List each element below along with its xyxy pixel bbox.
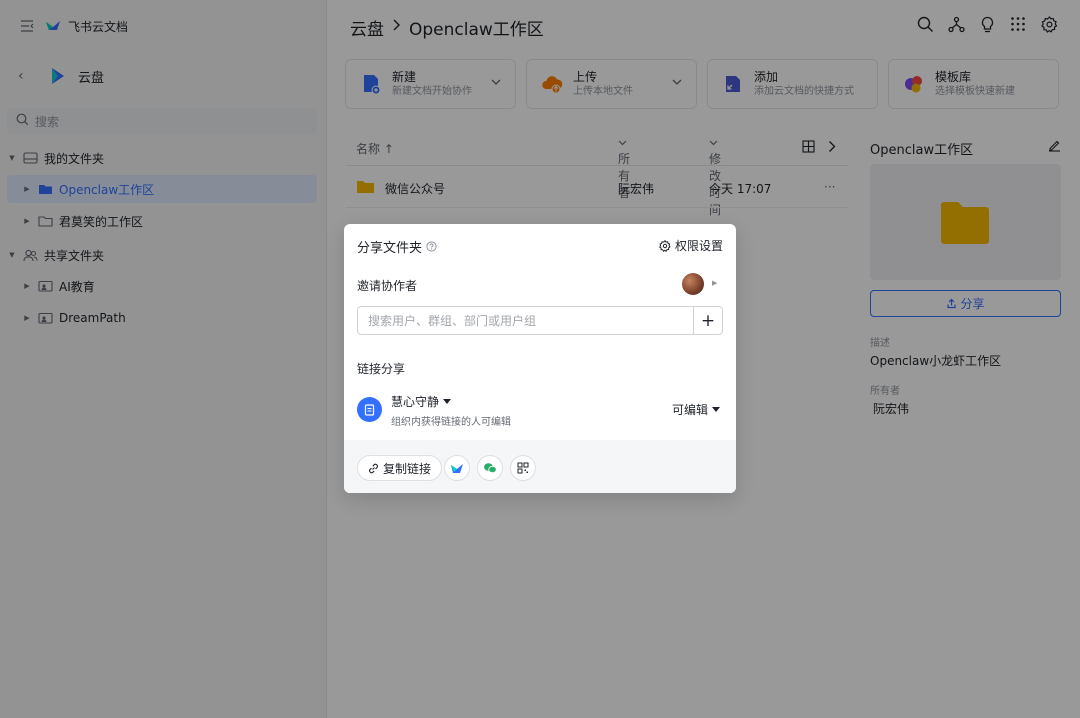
help-icon[interactable]	[426, 241, 437, 252]
share-to-wechat-button[interactable]	[477, 455, 503, 481]
add-collaborator-button[interactable]: +	[693, 307, 722, 334]
caret-down-icon	[712, 407, 720, 412]
link-icon	[369, 463, 378, 473]
dialog-footer: 复制链接	[344, 440, 736, 493]
qrcode-button[interactable]	[510, 455, 536, 481]
caret-right-icon[interactable]: ▶	[712, 279, 717, 287]
invite-search-input[interactable]: 搜索用户、群组、部门或用户组 +	[357, 306, 723, 335]
invite-label: 邀请协作者	[357, 279, 418, 293]
copy-link-button[interactable]: 复制链接	[357, 455, 443, 481]
app-window: 飞书云文档 ‹ 云盘 搜索 ▼ 我的文件夹 ▶ Openclaw工作区 ▶ 君莫…	[0, 0, 1080, 718]
link-scope-icon	[357, 397, 382, 422]
link-permission-dropdown[interactable]: 可编辑	[672, 401, 720, 418]
link-scope-dropdown[interactable]: 慧心守静	[391, 393, 452, 410]
invite-placeholder: 搜索用户、群组、部门或用户组	[368, 314, 537, 328]
avatar[interactable]	[682, 273, 704, 295]
dialog-title: 分享文件夹	[357, 237, 437, 256]
share-folder-dialog: 分享文件夹 权限设置 邀请协作者 ▶ 搜索用户、群组、部门或用户组 + 链接分享…	[344, 224, 736, 493]
gear-icon	[659, 239, 671, 252]
wechat-icon	[484, 463, 497, 474]
permission-settings-button[interactable]: 权限设置	[659, 237, 723, 254]
link-share-label: 链接分享	[357, 362, 406, 376]
dialog-title-text: 分享文件夹	[357, 241, 423, 256]
caret-down-icon	[443, 399, 452, 404]
copy-link-label: 复制链接	[383, 461, 432, 476]
link-scope-description: 组织内获得链接的人可编辑	[391, 417, 511, 428]
feishu-logo-icon	[451, 464, 463, 473]
link-scope-label: 慧心守静	[391, 395, 440, 409]
share-to-feishu-button[interactable]	[444, 455, 470, 481]
permission-settings-label: 权限设置	[674, 239, 723, 253]
link-permission-label: 可编辑	[671, 403, 708, 417]
qrcode-icon	[517, 462, 529, 474]
